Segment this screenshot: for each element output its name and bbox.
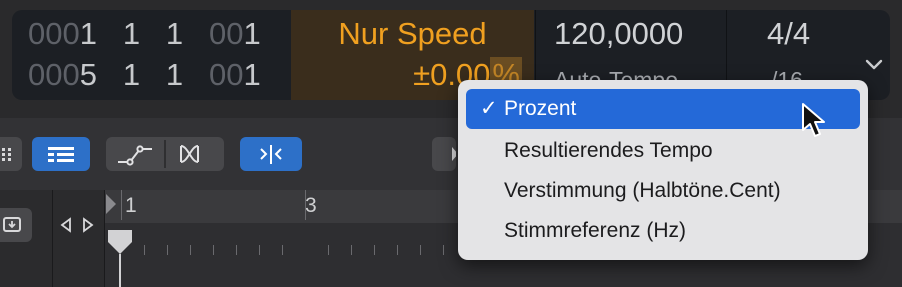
bar-number: 3	[305, 194, 317, 217]
capture-icon	[3, 217, 21, 232]
position-display[interactable]: 0001 1 1 001 0005 1 1 001	[12, 10, 290, 100]
ruler-tick	[282, 245, 283, 255]
ruler-tick	[351, 245, 352, 255]
position-bar: 5	[79, 57, 97, 92]
position-tick-dim: 00	[209, 16, 244, 51]
menu-item-label: Verstimmung (Halbtöne.Cent)	[504, 179, 781, 202]
menu-item-label: Resultierendes Tempo	[504, 139, 713, 162]
chevron-down-icon[interactable]	[862, 52, 886, 76]
ruler-tick	[397, 245, 398, 255]
ruler-tick	[190, 245, 191, 255]
bar-number: 1	[125, 194, 137, 217]
position-digits-dim: 000	[28, 16, 80, 51]
left-locator-icon[interactable]	[105, 192, 119, 218]
position-tick-dim: 00	[209, 57, 244, 92]
ruler-tick	[213, 245, 214, 255]
mouse-cursor-icon	[802, 103, 825, 137]
position-tick: 1	[243, 16, 261, 51]
automation-curve-icon	[118, 148, 152, 163]
menu-item-stimmreferenz[interactable]: Stimmreferenz (Hz)	[466, 211, 860, 251]
ruler-tick	[144, 245, 145, 255]
tempo-value[interactable]: 120,0000	[554, 14, 683, 54]
menu-item-label: Stimmreferenz (Hz)	[504, 219, 687, 242]
ruler-tick	[305, 190, 306, 220]
ruler-tick	[259, 245, 260, 255]
ruler-tick	[167, 245, 168, 255]
ruler-tick	[374, 245, 375, 255]
smpte-position: 0001 1 1 001	[28, 14, 261, 54]
ruler-tick	[443, 245, 444, 255]
play-icon	[452, 147, 456, 161]
ruler-tick	[236, 245, 237, 255]
automation-buttons	[106, 137, 224, 171]
position-division: 1	[165, 57, 184, 92]
list-view-button[interactable]	[32, 137, 90, 171]
automation-icons	[118, 140, 199, 168]
grid-view-button[interactable]	[0, 137, 22, 171]
play-button[interactable]	[432, 137, 456, 171]
grid-icon	[2, 148, 11, 161]
list-icon	[48, 147, 74, 162]
position-bar: 1	[79, 16, 97, 51]
flex-button[interactable]	[240, 137, 302, 171]
bar-position: 0005 1 1 001	[28, 55, 261, 95]
playhead-icon[interactable]	[105, 228, 139, 287]
ruler-tick	[328, 245, 329, 255]
track-header-panel	[0, 190, 105, 287]
position-digits-dim: 000	[28, 57, 80, 92]
ruler-tick	[420, 245, 421, 255]
position-division: 1	[165, 16, 184, 51]
ruler-tick	[121, 190, 122, 220]
crossfade-icon	[180, 145, 199, 163]
resize-arrows-icon[interactable]	[60, 216, 94, 234]
menu-item-verstimmung[interactable]: Verstimmung (Halbtöne.Cent)	[466, 171, 860, 211]
position-tick: 1	[243, 57, 261, 92]
time-signature[interactable]: 4/4	[767, 14, 810, 54]
checkmark-icon: ✓	[480, 97, 498, 120]
position-beat: 1	[122, 57, 141, 92]
position-beat: 1	[122, 16, 141, 51]
menu-item-label: Prozent	[504, 97, 577, 120]
flex-icon	[260, 145, 282, 164]
divider	[52, 190, 53, 287]
varispeed-mode[interactable]: Nur Speed	[291, 14, 534, 54]
capture-button[interactable]	[0, 208, 32, 242]
